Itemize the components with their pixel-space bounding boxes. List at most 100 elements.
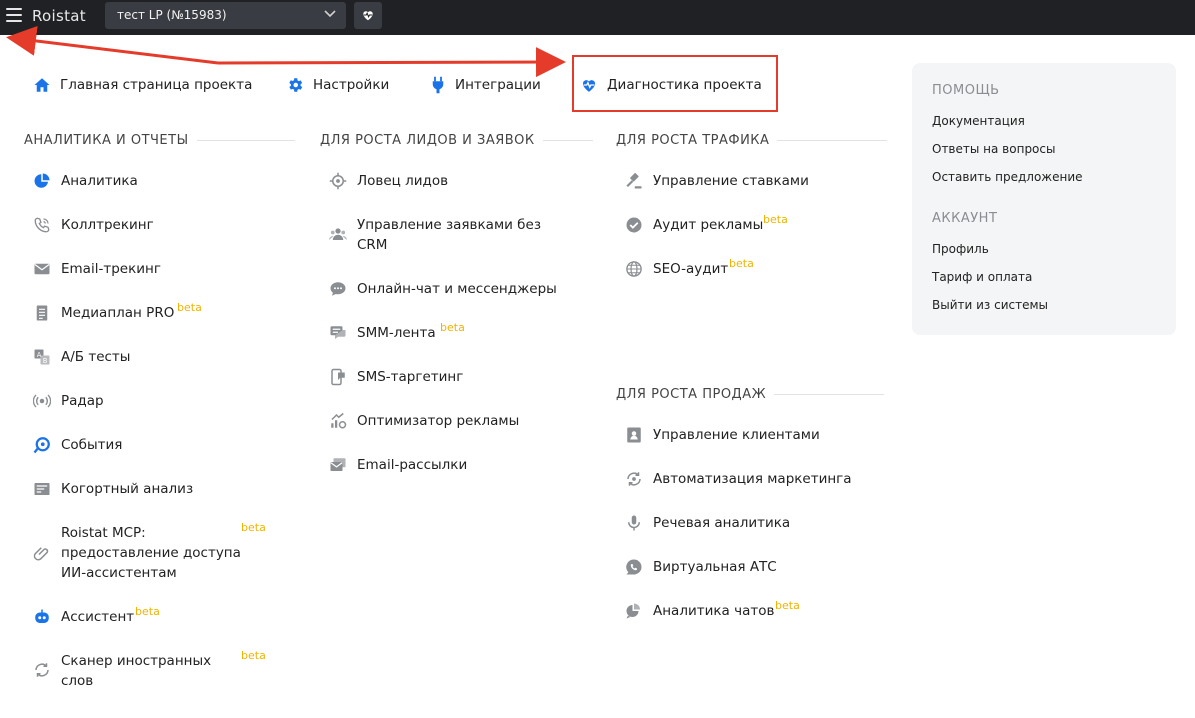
menu-item-marketing-automation[interactable]: Автоматизация маркетинга: [625, 469, 852, 489]
menu-item-label: А/Б тесты: [61, 349, 131, 365]
contact-card-icon: [627, 427, 641, 443]
ab-test-icon: AB: [34, 349, 50, 365]
arrow-to-menu-icon: [6, 26, 219, 65]
top-bar: Roistat тест LP (№15983): [0, 0, 1195, 35]
section-title-sales-text: ДЛЯ РОСТА ПРОДАЖ: [616, 387, 767, 402]
menu-item-calltracking[interactable]: Коллтрекинг: [33, 215, 154, 235]
arrow-to-diagnostics: [217, 47, 566, 78]
menu-item-label: Сканер иностранных слов: [61, 653, 212, 689]
microphone-icon: [628, 515, 640, 531]
home-link[interactable]: Главная страница проекта: [33, 74, 252, 96]
beta-badge: beta: [440, 321, 465, 334]
help-link-faq[interactable]: Ответы на вопросы: [932, 142, 1055, 156]
menu-item-label: Автоматизация маркетинга: [653, 471, 852, 487]
menu-item-label: Оптимизатор рекламы: [357, 413, 520, 429]
project-select[interactable]: тест LP (№15983): [105, 2, 346, 29]
plug-icon: [432, 76, 444, 94]
document-list-icon: [36, 305, 48, 321]
gavel-icon: [626, 173, 642, 189]
menu-item-label: Онлайн-чат и мессенджеры: [357, 281, 557, 297]
help-panel: ПОМОЩЬ Документация Ответы на вопросы Ос…: [912, 63, 1176, 335]
menu-item-label: Управление клиентами: [653, 427, 820, 443]
home-link-label: Главная страница проекта: [60, 77, 253, 93]
diagnostics-button[interactable]: [354, 2, 382, 29]
target-icon: [329, 172, 347, 190]
heart-pulse-icon: [363, 11, 373, 21]
menu-item-label: Аудит рекламы: [653, 217, 764, 233]
cohort-table-icon: [34, 483, 50, 495]
beta-badge: beta: [241, 649, 266, 662]
project-select-value: тест LP (№15983): [117, 8, 227, 22]
menu-item-speech-analytics[interactable]: Речевая аналитика: [625, 513, 790, 533]
automation-cycle-icon: [627, 472, 641, 486]
help-link-documentation[interactable]: Документация: [932, 114, 1025, 128]
menu-item-smm-feed[interactable]: SMM-лента beta: [329, 321, 465, 343]
menu-item-mediaplan[interactable]: Медиаплан PRO beta: [33, 301, 202, 323]
account-link-logout[interactable]: Выйти из системы: [932, 298, 1048, 312]
phone-message-icon: [331, 368, 345, 386]
menu-item-label: SMM-лента: [357, 325, 436, 341]
menu-item-sms-targeting[interactable]: SMS-таргетинг: [329, 367, 463, 387]
menu-item-radar[interactable]: Радар: [33, 391, 104, 411]
account-link-billing[interactable]: Тариф и оплата: [932, 270, 1032, 284]
integrations-link-label: Интеграции: [455, 77, 541, 93]
highlight-annotation: [572, 55, 778, 112]
section-title-traffic: ДЛЯ РОСТА ТРАФИКА: [616, 133, 888, 148]
settings-link-label: Настройки: [313, 77, 390, 93]
menu-item-ab-tests[interactable]: AB А/Б тесты: [33, 347, 130, 367]
mail-stack-icon: [330, 458, 346, 471]
integrations-link[interactable]: Интеграции: [430, 74, 541, 96]
section-title-leads: ДЛЯ РОСТА ЛИДОВ И ЗАЯВОК: [320, 133, 593, 148]
mail-icon: [34, 263, 50, 275]
beta-badge: beta: [241, 521, 266, 534]
menu-item-lead-catcher[interactable]: Ловец лидов: [329, 171, 448, 191]
radar-icon: [33, 394, 51, 408]
menu-item-online-chat[interactable]: Онлайн-чат и мессенджеры: [329, 279, 557, 299]
menu-item-seo-audit[interactable]: SEO-аудит beta: [625, 257, 754, 279]
menu-item-label: Виртуальная АТС: [653, 559, 777, 575]
section-title-analytics-text: АНАЛИТИКА И ОТЧЕТЫ: [24, 133, 189, 148]
chat-bubble-icon: [330, 282, 346, 296]
logo-text: Roistat: [32, 7, 86, 25]
menu-item-email-tracking[interactable]: Email-трекинг: [33, 259, 161, 279]
help-link-suggestion[interactable]: Оставить предложение: [932, 170, 1083, 184]
events-icon: [33, 437, 50, 454]
pie-chart-icon: [34, 173, 50, 188]
growth-gear-icon: [331, 412, 347, 429]
beta-badge: beta: [729, 257, 754, 270]
menu-item-roistat-mcp[interactable]: Roistat MCP: предоставление доступа ИИ-асс…: [33, 521, 266, 583]
phone-icon: [34, 217, 50, 233]
menu-item-foreign-words[interactable]: Сканер иностранных слов beta: [33, 649, 266, 691]
menu-item-label: Управление заявками без CRM: [357, 217, 541, 253]
menu-item-label: Речевая аналитика: [653, 515, 791, 531]
menu-item-label: Email-рассылки: [357, 457, 468, 473]
menu-item-client-management[interactable]: Управление клиентами: [625, 425, 820, 445]
logo[interactable]: Roistat: [32, 7, 86, 25]
menu-icon[interactable]: [6, 8, 22, 22]
menu-item-analytics[interactable]: Аналитика: [33, 171, 138, 191]
menu-item-label: Email-трекинг: [61, 261, 161, 277]
menu-item-bid-management[interactable]: Управление ставками: [625, 171, 809, 191]
help-title: ПОМОЩЬ: [932, 83, 1000, 98]
menu-item-requests-without-crm[interactable]: Управление заявками без CRM: [329, 215, 541, 255]
account-link-profile[interactable]: Профиль: [932, 242, 989, 256]
settings-link[interactable]: Настройки: [286, 74, 389, 96]
gear-icon: [289, 78, 303, 92]
menu-item-chat-analytics[interactable]: Аналитика чатов beta: [625, 599, 800, 621]
chevron-down-icon: [324, 10, 336, 18]
menu-item-events[interactable]: События: [33, 435, 122, 455]
menu-item-ad-optimizer[interactable]: Оптимизатор рекламы: [329, 411, 519, 431]
menu-item-assistant[interactable]: Ассистент beta: [33, 605, 160, 627]
menu-item-ad-audit[interactable]: Аудит рекламы beta: [625, 213, 788, 235]
menu-item-label: SEO-аудит: [653, 261, 729, 277]
menu-item-label: Ассистент: [61, 609, 135, 625]
menu-item-label: Ловец лидов: [357, 173, 449, 189]
menu-item-label: Медиаплан PRO: [61, 305, 175, 321]
svg-text:A: A: [37, 351, 42, 359]
scan-refresh-icon: [35, 663, 49, 677]
menu-item-cohort[interactable]: Когортный анализ: [33, 479, 193, 499]
menu-item-virtual-pbx[interactable]: Виртуальная АТС: [625, 557, 777, 577]
check-badge-icon: [626, 217, 642, 233]
menu-item-email-campaigns[interactable]: Email-рассылки: [329, 455, 467, 475]
feed-icon: [330, 326, 346, 339]
